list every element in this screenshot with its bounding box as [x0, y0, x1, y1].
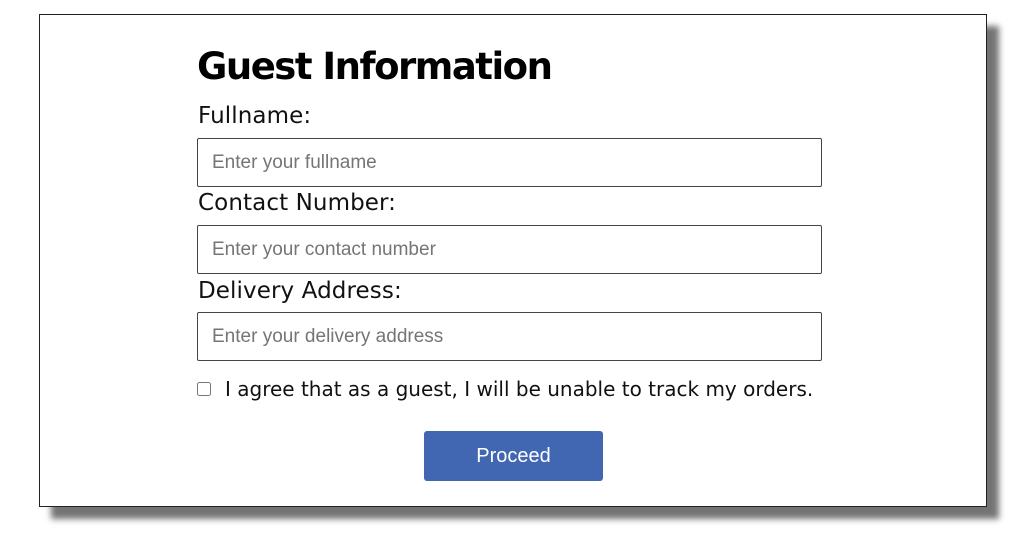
guest-info-card: Guest Information Fullname: Contact Numb… — [39, 14, 987, 507]
delivery-address-input[interactable] — [197, 312, 822, 361]
agreement-checkbox[interactable] — [197, 382, 211, 396]
proceed-button[interactable]: Proceed — [424, 431, 603, 481]
fullname-input[interactable] — [197, 138, 822, 187]
agreement-text: I agree that as a guest, I will be unabl… — [225, 377, 814, 401]
fullname-label: Fullname: — [198, 103, 312, 129]
delivery-address-label: Delivery Address: — [198, 278, 402, 304]
agreement-row: I agree that as a guest, I will be unabl… — [197, 377, 813, 401]
contact-number-input[interactable] — [197, 225, 822, 274]
contact-number-label: Contact Number: — [198, 190, 397, 216]
page-title: Guest Information — [197, 45, 553, 88]
